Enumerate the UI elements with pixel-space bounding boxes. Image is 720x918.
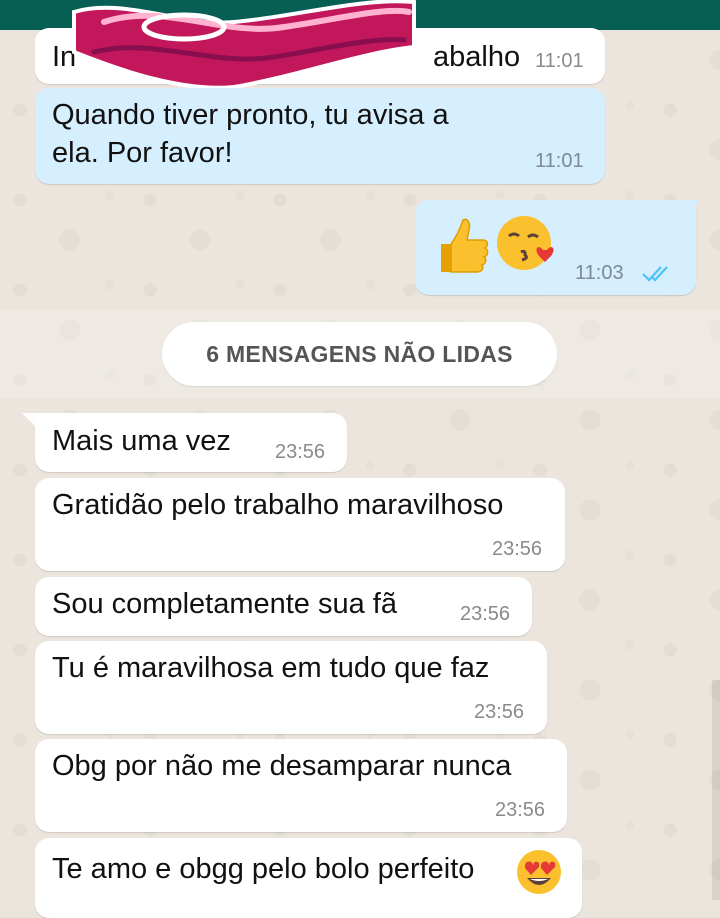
message-bubble[interactable]: Quando tiver pronto, tu avisa a ela. Por… [35, 88, 605, 184]
unread-messages-banner: 6 MENSAGENS NÃO LIDAS [162, 322, 557, 386]
thumbs-up-icon [441, 218, 489, 273]
sticker-decoration [72, 0, 416, 90]
message-text: Tu é maravilhosa em tudo que faz [52, 652, 490, 684]
message-time: 11:01 [535, 150, 584, 172]
message-text: Gratidão pelo trabalho maravilhoso [52, 489, 504, 521]
scrollbar[interactable] [712, 680, 720, 900]
message-bubble-outgoing[interactable]: 11:03 [415, 200, 696, 295]
message-time: 23:56 [460, 603, 511, 625]
message-time: 23:56 [474, 701, 525, 723]
message-text: Mais uma vez [52, 425, 231, 457]
message-text-line: ela. Por favor! [52, 137, 233, 169]
message-time: 23:56 [275, 441, 326, 463]
message-text: Obg por não me desamparar nunca [52, 750, 512, 782]
message-text: Sou completamente sua fã [52, 588, 397, 620]
message-time: 11:01 [535, 50, 584, 72]
kissing-face-icon [497, 216, 554, 270]
message-bubble[interactable]: Sou completamente sua fã 23:56 [35, 577, 532, 636]
message-time: 23:56 [492, 538, 543, 560]
message-bubble[interactable]: Mais uma vez 23:56 [35, 413, 347, 472]
message-bubble[interactable]: Obg por não me desamparar nunca 23:56 [35, 739, 567, 832]
message-bubble[interactable]: Tu é maravilhosa em tudo que faz 23:56 [35, 641, 547, 734]
message-text-line: Quando tiver pronto, tu avisa a [52, 99, 449, 131]
double-check-icon [642, 266, 668, 282]
bubble-tail [22, 413, 36, 427]
heart-eyes-icon [517, 850, 561, 894]
message-time: 11:03 [575, 262, 624, 284]
message-text-tail: abalho [433, 41, 521, 73]
message-text: Te amo e obgg pelo bolo perfeito [52, 853, 475, 885]
message-bubble[interactable]: Gratidão pelo trabalho maravilhoso 23:56 [35, 478, 565, 571]
unread-messages-label: 6 MENSAGENS NÃO LIDAS [206, 340, 513, 367]
message-time: 23:56 [495, 799, 546, 821]
message-bubble[interactable]: Te amo e obgg pelo bolo perfeito [35, 838, 582, 918]
